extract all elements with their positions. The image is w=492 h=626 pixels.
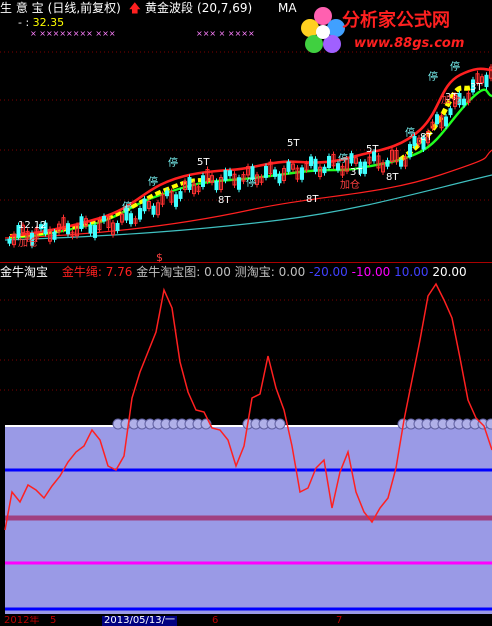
logo-url: www.88gs.com xyxy=(354,36,465,51)
signal-8t: 8T xyxy=(386,172,399,183)
time-axis: 2012年 5 6 7 xyxy=(0,616,492,626)
item-taobao-chart: 金牛淘宝图: 0.00 xyxy=(136,265,231,279)
candle-body xyxy=(165,190,169,197)
chart-mode: (日线,前复权) xyxy=(47,1,121,15)
indicator-chart[interactable] xyxy=(0,280,492,616)
candle-body xyxy=(102,215,106,222)
candle-body xyxy=(129,213,133,225)
candle-body xyxy=(250,166,255,180)
indicator-header: 金牛淘宝 金牛绳: 7.76 金牛淘宝图: 0.00 测淘宝: 0.00 -20… xyxy=(0,264,492,280)
indicator-grid xyxy=(0,299,492,391)
candle-body xyxy=(178,191,183,199)
add-position-label: 加仓 xyxy=(340,178,360,191)
axis-year: 2012年 xyxy=(4,616,40,626)
panel-divider xyxy=(0,262,492,263)
candle-body xyxy=(462,98,466,106)
arrow-up-icon: 🡅 xyxy=(128,1,141,15)
selected-date[interactable]: 2013/05/13/一 xyxy=(102,616,178,626)
stop-label: 停 xyxy=(148,175,158,188)
low-price-label: 12.12 xyxy=(18,220,47,231)
candle-body xyxy=(151,205,156,215)
stop-label: 停 xyxy=(122,200,132,213)
candle-body xyxy=(264,165,268,178)
candle-body xyxy=(435,114,439,125)
candle-body xyxy=(349,153,354,164)
signal-8t: 8T xyxy=(218,195,231,206)
axis-month: 7 xyxy=(336,616,343,626)
signal-5t: 5T xyxy=(366,144,379,155)
candle-body xyxy=(201,175,205,187)
candle-body xyxy=(448,108,453,116)
signal-3t: 3T xyxy=(470,82,483,93)
candle-body xyxy=(309,156,313,167)
candle-body xyxy=(237,177,241,190)
candle-body xyxy=(66,223,70,235)
candle-body xyxy=(385,160,390,167)
item-minus10: -10.00 xyxy=(351,265,391,279)
candle-body xyxy=(408,144,412,158)
signal-8t: 8T xyxy=(420,132,433,143)
stop-label: 停 xyxy=(168,156,178,169)
item-plus10: 10.00 xyxy=(394,265,429,279)
candle-body xyxy=(88,224,93,234)
candle-body xyxy=(223,170,228,181)
candle-body xyxy=(286,161,291,172)
signal-5t: 5T xyxy=(287,138,300,149)
candle-body xyxy=(313,158,318,172)
signal-8t: 8T xyxy=(306,194,319,205)
svg-text:× ×××××××× ×××: × ×××××××× ××× xyxy=(30,29,116,38)
candle-body xyxy=(399,159,403,167)
candle-body xyxy=(322,166,327,174)
candle-body xyxy=(142,198,147,212)
candle-body xyxy=(7,238,12,244)
candle-body xyxy=(273,169,277,177)
taobao-bubble xyxy=(274,418,286,430)
price-prefix: - : xyxy=(18,16,33,29)
candle-body xyxy=(93,225,97,238)
candle-body xyxy=(277,173,282,184)
logo-title: 分析家公式网 xyxy=(342,10,450,31)
stop-label: 停 xyxy=(246,176,256,189)
stop-label: 停 xyxy=(428,70,438,83)
item-plus20: 20.00 xyxy=(432,265,467,279)
candle-body xyxy=(138,207,142,220)
candle-body xyxy=(52,231,57,240)
stop-label: 停 xyxy=(405,126,415,139)
indicator-panel-name[interactable]: 金牛淘宝 xyxy=(0,265,48,279)
candle-body xyxy=(115,222,120,232)
indicator-name[interactable]: 黄金波段 xyxy=(145,1,193,15)
axis-month: 6 xyxy=(212,616,219,626)
candle-body xyxy=(327,155,331,168)
candle-body xyxy=(187,177,192,190)
svg-text:××× × ××××: ××× × ×××× xyxy=(196,29,255,38)
candlesticks xyxy=(7,64,492,249)
current-price: - : 32.35 xyxy=(18,16,65,29)
app-name: 生 意 宝 xyxy=(0,1,44,15)
candle-body xyxy=(444,116,448,127)
item-ce-taobao: 测淘宝: 0.00 xyxy=(234,265,306,279)
site-logo: 分析家公式网 www.88gs.com xyxy=(292,0,492,62)
candle-body xyxy=(363,161,367,174)
signal-markers-row: × ×××××××× ××× ××× × ×××× xyxy=(30,29,255,38)
item-jinniusheng: 金牛绳: 7.76 xyxy=(61,265,133,279)
candle-body xyxy=(300,167,304,180)
signal-5t: 5T xyxy=(197,157,210,168)
band-green-line xyxy=(9,88,492,240)
stop-label: 停 xyxy=(338,152,348,165)
add-position-label: 加仓 xyxy=(18,236,38,249)
candle-body xyxy=(484,74,489,88)
item-minus20: -20.00 xyxy=(309,265,348,279)
candle-body xyxy=(214,180,219,191)
signal-3t: 3T xyxy=(350,167,363,178)
add-position-label: 加仓 xyxy=(441,93,461,106)
axis-month: 5 xyxy=(50,616,57,626)
taobao-bubble xyxy=(485,418,492,430)
indicator-params: (20,7,69) xyxy=(197,1,253,15)
candle-body xyxy=(228,170,232,177)
candle-body xyxy=(174,194,178,207)
candle-body xyxy=(79,216,84,229)
dollar-marker: $ xyxy=(156,251,163,262)
